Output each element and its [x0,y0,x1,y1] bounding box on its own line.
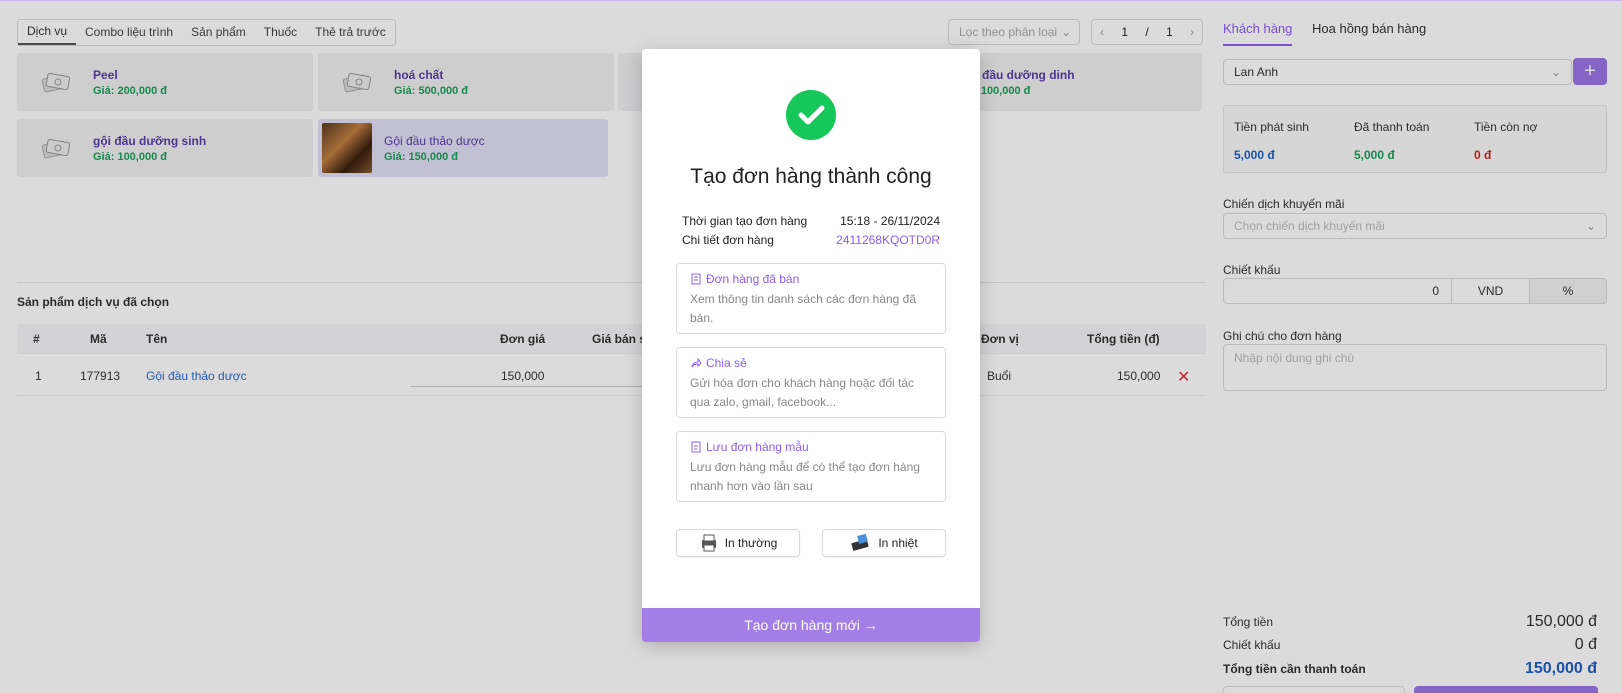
share-option[interactable]: Chia sẻ Gửi hóa đơn cho khách hàng hoặc … [676,347,946,418]
arrow-right-icon: → [863,617,878,633]
print-normal-button[interactable]: In thường [676,529,800,557]
option-title: Chia sẻ [706,356,747,370]
new-order-label: Tạo đơn hàng mới [744,617,860,633]
created-time-value: 15:18 - 26/11/2024 [840,214,940,228]
print-thermal-label: In nhiệt [878,536,918,550]
option-desc: Xem thông tin danh sách các đơn hàng đã … [690,292,917,325]
share-icon [691,357,702,368]
created-time-row: Thời gian tạo đơn hàng 15:18 - 26/11/202… [682,214,940,228]
option-title: Lưu đơn hàng mẫu [706,440,809,454]
order-detail-row: Chi tiết đơn hàng 2411268KQOTD0R [682,233,940,247]
option-title: Đơn hàng đã bán [706,272,800,286]
new-order-button[interactable]: Tạo đơn hàng mới → [642,608,980,642]
order-code-link[interactable]: 2411268KQOTD0R [836,233,940,247]
check-circle-icon [786,90,836,140]
thermal-printer-icon [851,534,869,551]
print-thermal-button[interactable]: In nhiệt [822,529,946,557]
sold-orders-option[interactable]: Đơn hàng đã bán Xem thông tin danh sách … [676,263,946,334]
receipt-icon [691,273,701,285]
modal-title: Tạo đơn hàng thành công [690,165,932,188]
printer-icon [701,534,716,552]
save-template-option[interactable]: Lưu đơn hàng mẫu Lưu đơn hàng mẫu để có … [676,431,946,502]
option-desc: Gửi hóa đơn cho khách hàng hoặc đối tác … [690,376,915,409]
created-time-label: Thời gian tạo đơn hàng [682,214,808,228]
pos-app: Dịch vụ Combo liệu trình Sản phẩm Thuốc … [0,0,1622,693]
print-normal-label: In thường [724,536,778,550]
document-icon [691,441,701,453]
order-detail-label: Chi tiết đơn hàng [682,233,774,247]
option-desc: Lưu đơn hàng mẫu để có thể tạo đơn hàng … [690,460,920,493]
order-success-modal: Tạo đơn hàng thành công Thời gian tạo đơ… [642,49,980,642]
